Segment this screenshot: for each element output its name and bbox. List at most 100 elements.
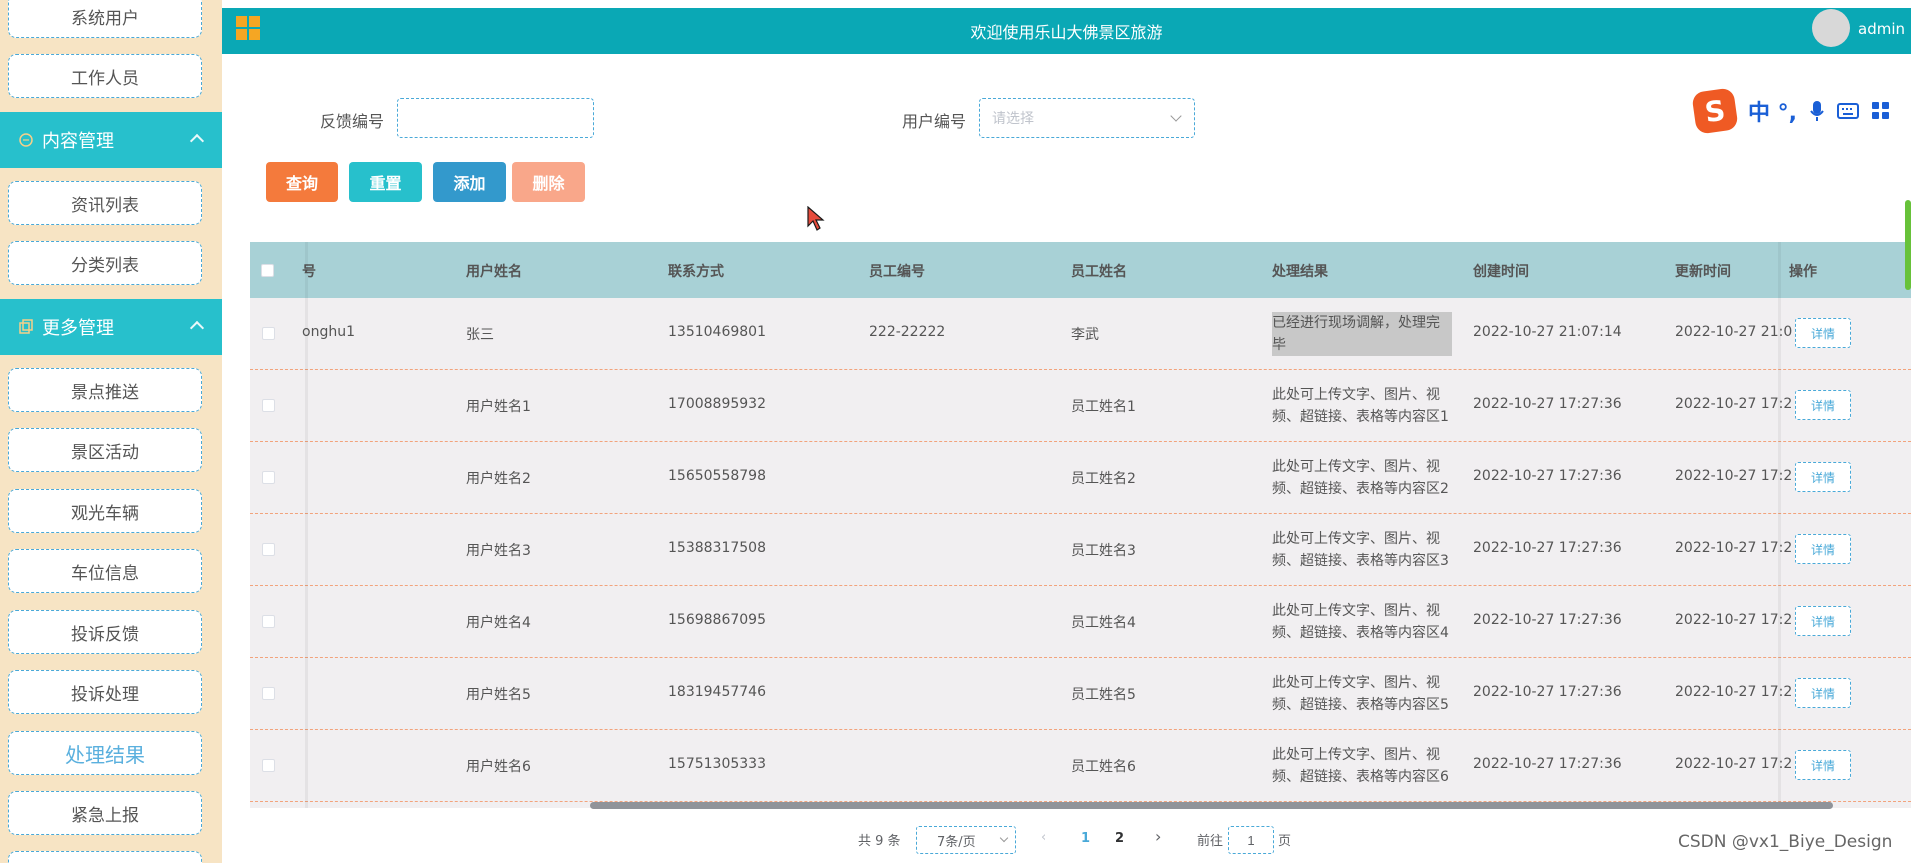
cell-updated: 2022-10-27 17:2 <box>1675 684 1793 700</box>
watermark: CSDN @vx1_Biye_Design <box>1678 832 1893 852</box>
cell-employee-name: 员工姓名2 <box>1071 471 1136 487</box>
sidebar-item-system-users[interactable]: 系统用户 <box>8 0 202 38</box>
chat-icon <box>19 133 33 147</box>
table-row[interactable]: 用户姓名3 15388317508 员工姓名3 此处可上传文字、图片、视频、超链接、表… <box>250 514 1911 586</box>
cell-user-name: 用户姓名1 <box>466 399 531 415</box>
cell-phone: 15698867095 <box>668 612 766 628</box>
chevron-down-icon <box>999 833 1009 843</box>
page-size-select[interactable]: 7条/页 <box>916 826 1016 854</box>
row-checkbox[interactable] <box>262 543 275 556</box>
cell-phone: 15650558798 <box>668 468 766 484</box>
apps-icon[interactable] <box>1871 101 1891 121</box>
detail-button[interactable]: 详情 <box>1795 606 1851 636</box>
ime-toolbar[interactable]: S 中 °, <box>1690 87 1911 135</box>
cell-user-name: 用户姓名6 <box>466 759 531 775</box>
table-row[interactable]: 用户姓名5 18319457746 员工姓名5 此处可上传文字、图片、视频、超链接、表… <box>250 658 1911 730</box>
next-page-icon[interactable]: › <box>1155 827 1161 846</box>
row-checkbox[interactable] <box>262 327 275 340</box>
table-row[interactable]: 用户姓名1 17008895932 员工姓名1 此处可上传文字、图片、视频、超链接、表… <box>250 370 1911 442</box>
sidebar-item-results[interactable]: 处理结果 <box>8 731 202 775</box>
prev-page-icon[interactable]: ‹ <box>1041 830 1046 845</box>
page-2[interactable]: 2 <box>1115 831 1124 846</box>
sidebar-group-label: 更多管理 <box>42 318 114 339</box>
table-row[interactable]: 用户姓名2 15650558798 员工姓名2 此处可上传文字、图片、视频、超链接、表… <box>250 442 1911 514</box>
cell-user-name: 用户姓名2 <box>466 471 531 487</box>
chevron-up-icon <box>189 320 205 336</box>
sidebar-item-activities[interactable]: 景区活动 <box>8 428 202 472</box>
page-1[interactable]: 1 <box>1081 831 1090 846</box>
user-no-label: 用户编号 <box>902 112 967 131</box>
cell-updated: 2022-10-27 17:2 <box>1675 540 1793 556</box>
sidebar-item-spot-push[interactable]: 景点推送 <box>8 368 202 412</box>
cell-created: 2022-10-27 17:27:36 <box>1473 756 1622 772</box>
cell-phone: 15388317508 <box>668 540 766 556</box>
sidebar-item-complaint-feedback[interactable]: 投诉反馈 <box>8 610 202 654</box>
microphone-icon[interactable] <box>1809 99 1825 123</box>
cell-employee-name: 员工姓名6 <box>1071 759 1136 775</box>
table-row[interactable]: 用户姓名4 15698867095 员工姓名4 此处可上传文字、图片、视频、超链接、表… <box>250 586 1911 658</box>
row-checkbox[interactable] <box>262 471 275 484</box>
col-header-created[interactable]: 创建时间 <box>1473 261 1529 281</box>
detail-button[interactable]: 详情 <box>1795 318 1851 348</box>
cell-employee-no: 222-22222 <box>869 324 946 340</box>
horizontal-scrollbar[interactable] <box>590 802 1833 809</box>
sidebar-item-emergency[interactable]: 紧急上报 <box>8 791 202 835</box>
table-row[interactable]: 用户姓名6 15751305333 员工姓名6 此处可上传文字、图片、视频、超链接、表… <box>250 730 1911 802</box>
feedback-no-label: 反馈编号 <box>320 112 385 131</box>
vertical-scrollbar[interactable] <box>1905 200 1911 290</box>
feedback-no-input[interactable] <box>397 98 594 138</box>
page-title: 欢迎使用乐山大佛景区旅游 <box>970 23 1163 42</box>
sidebar-item-staff[interactable]: 工作人员 <box>8 54 202 98</box>
cell-updated: 2022-10-27 21:0 <box>1675 324 1793 340</box>
cell-employee-name: 李武 <box>1071 327 1099 343</box>
cell-user-name: 用户姓名4 <box>466 615 531 631</box>
goto-page-input[interactable] <box>1228 826 1274 854</box>
reset-button[interactable]: 重置 <box>349 162 422 202</box>
table-row[interactable]: onghu1 张三 13510469801 222-22222 李武 已经进行现场调解，处… <box>250 298 1911 370</box>
sidebar-item-news-list[interactable]: 资讯列表 <box>8 181 202 225</box>
detail-button[interactable]: 详情 <box>1795 390 1851 420</box>
sidebar-item-complaint-handling[interactable]: 投诉处理 <box>8 670 202 714</box>
sidebar-item-more[interactable] <box>8 851 202 863</box>
cell-result: 已经进行现场调解，处理完毕 <box>1272 312 1452 356</box>
cell-result: 此处可上传文字、图片、视频、超链接、表格等内容区5 <box>1272 675 1449 713</box>
detail-button[interactable]: 详情 <box>1795 534 1851 564</box>
cell-employee-name: 员工姓名4 <box>1071 615 1136 631</box>
row-checkbox[interactable] <box>262 687 275 700</box>
col-header-phone: 联系方式 <box>668 264 724 280</box>
cell-updated: 2022-10-27 17:2 <box>1675 468 1793 484</box>
user-no-select[interactable] <box>979 98 1195 138</box>
sidebar-group-content[interactable]: 内容管理 <box>0 112 222 168</box>
goto-label: 前往 <box>1197 834 1224 849</box>
cell-user-name: 用户姓名3 <box>466 543 531 559</box>
copy-icon <box>19 319 33 334</box>
cell-updated: 2022-10-27 17:2 <box>1675 612 1793 628</box>
row-checkbox[interactable] <box>262 759 275 772</box>
col-header-updated[interactable]: 更新时间 <box>1675 261 1731 281</box>
keyboard-icon[interactable] <box>1837 102 1860 120</box>
row-checkbox[interactable] <box>262 615 275 628</box>
sidebar-item-tour-vehicles[interactable]: 观光车辆 <box>8 489 202 533</box>
cell-user-name: 张三 <box>466 327 494 343</box>
sidebar-item-parking[interactable]: 车位信息 <box>8 549 202 593</box>
cell-employee-name: 员工姓名3 <box>1071 543 1136 559</box>
cell-created: 2022-10-27 17:27:36 <box>1473 684 1622 700</box>
detail-button[interactable]: 详情 <box>1795 678 1851 708</box>
page-size-value: 7条/页 <box>937 834 976 850</box>
user-name[interactable]: admin <box>1858 20 1905 38</box>
query-button[interactable]: 查询 <box>266 162 338 202</box>
detail-button[interactable]: 详情 <box>1795 462 1851 492</box>
delete-button[interactable]: 删除 <box>512 162 585 202</box>
detail-button[interactable]: 详情 <box>1795 750 1851 780</box>
sidebar-group-more[interactable]: 更多管理 <box>0 299 222 355</box>
add-button[interactable]: 添加 <box>433 162 506 202</box>
pagination-total: 共 9 条 <box>858 834 901 849</box>
select-all-checkbox[interactable] <box>261 264 274 277</box>
row-checkbox[interactable] <box>262 399 275 412</box>
page-suffix: 页 <box>1278 834 1292 849</box>
fixed-column-shadow <box>1778 242 1781 808</box>
sidebar-item-category-list[interactable]: 分类列表 <box>8 241 202 285</box>
avatar[interactable] <box>1812 9 1850 47</box>
cell-employee-name: 员工姓名5 <box>1071 687 1136 703</box>
cell-employee-name: 员工姓名1 <box>1071 399 1136 415</box>
